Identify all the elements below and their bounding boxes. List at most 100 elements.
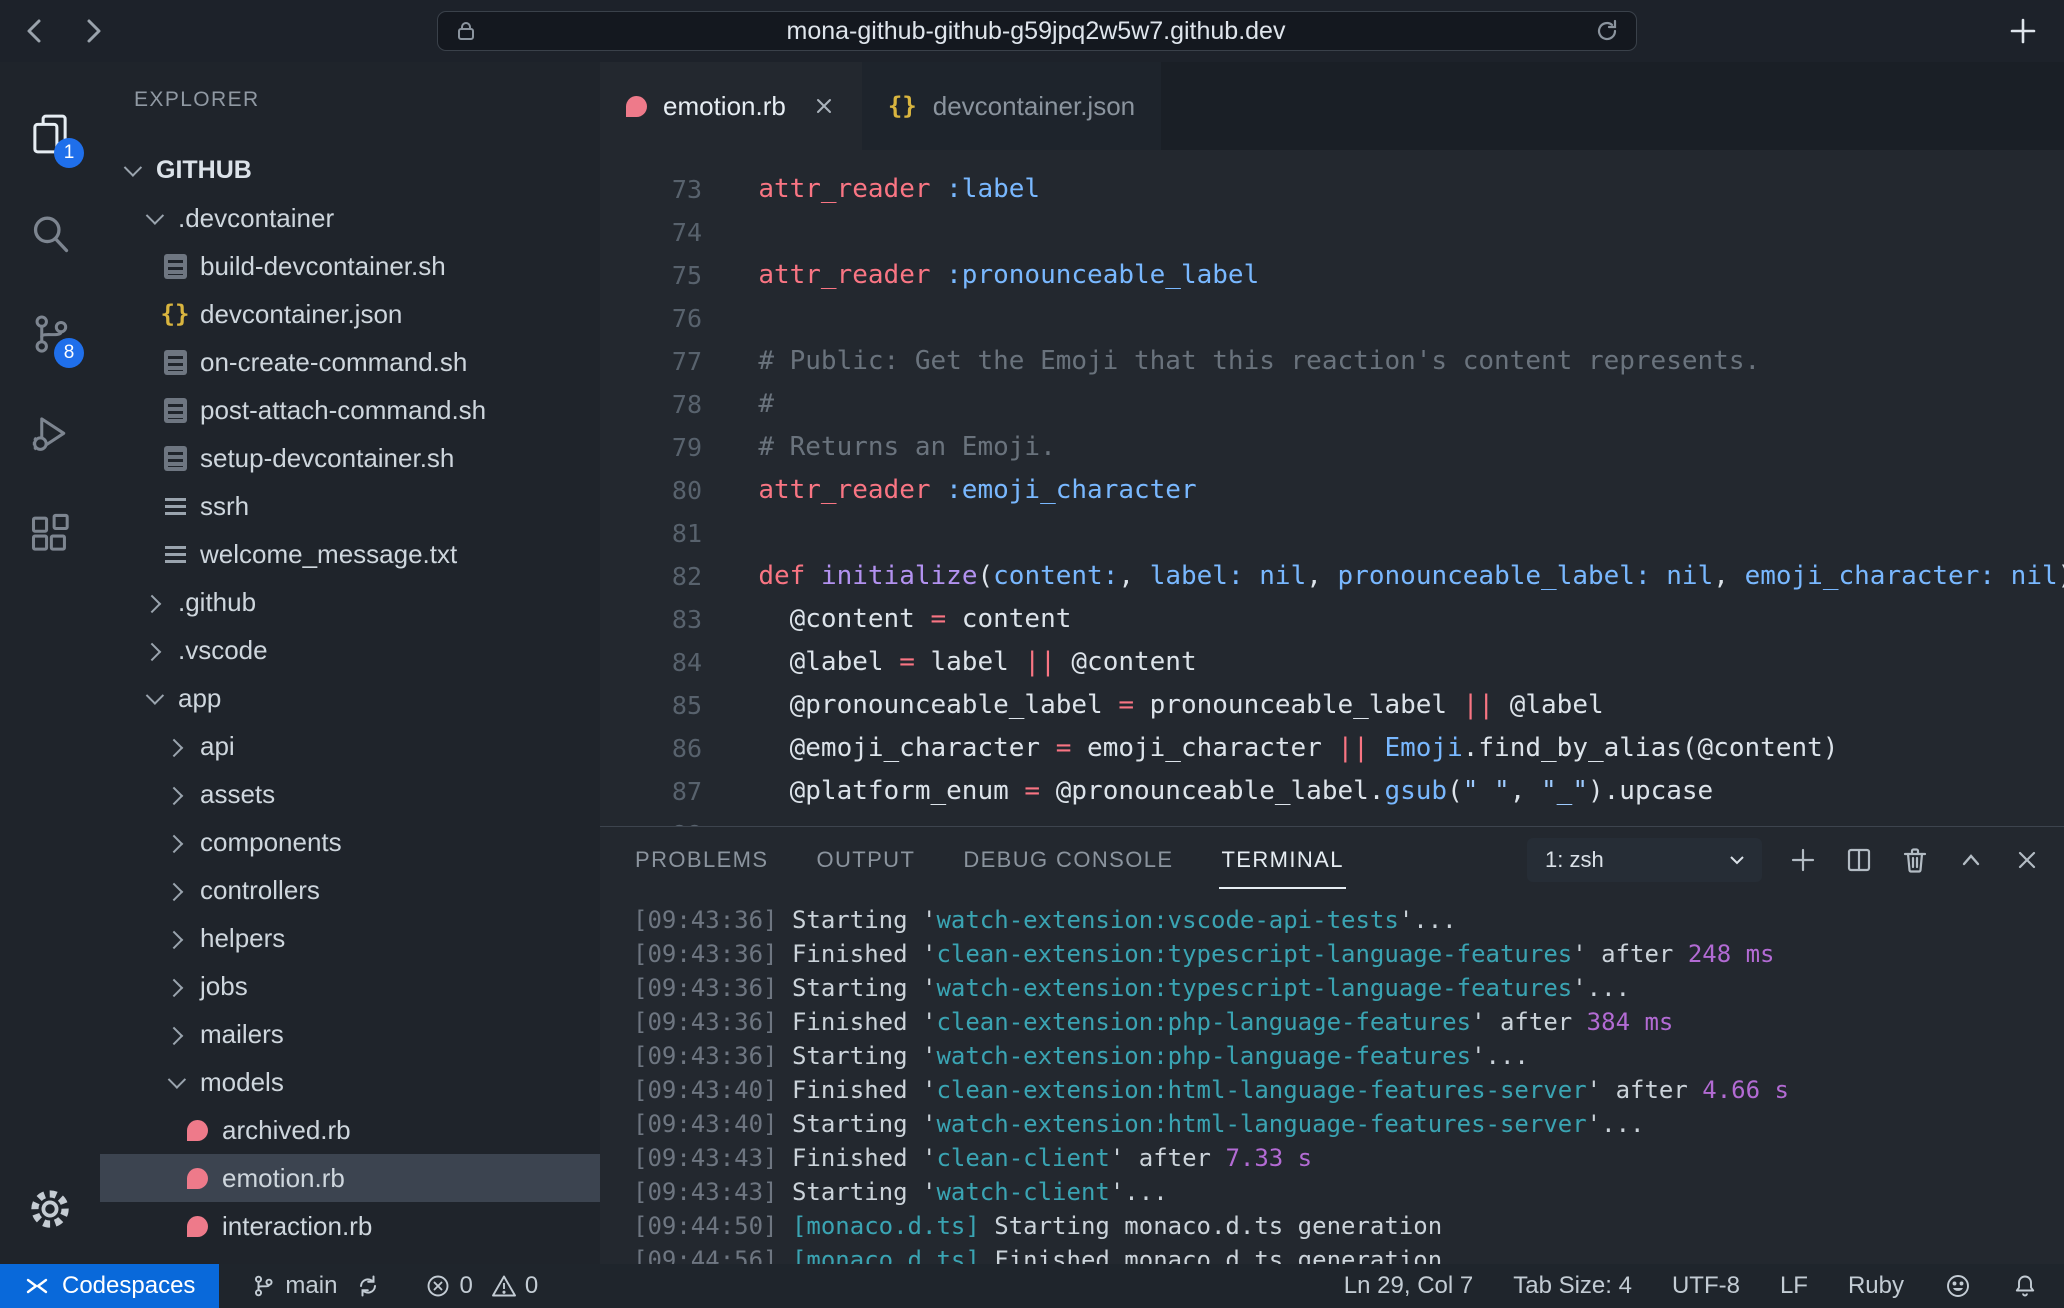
code-line: 81 bbox=[600, 512, 2064, 555]
activity-extensions[interactable] bbox=[0, 484, 100, 584]
terminal-line: [09:43:36] Starting 'watch-extension:vsc… bbox=[633, 903, 2064, 937]
settings-button[interactable] bbox=[0, 1154, 100, 1264]
feedback-smiley-icon[interactable] bbox=[1944, 1272, 1972, 1300]
source-control-badge: 8 bbox=[54, 338, 84, 368]
tree-item-assets[interactable]: assets bbox=[100, 770, 600, 818]
bottom-panel: PROBLEMS OUTPUT DEBUG CONSOLE TERMINAL 1… bbox=[600, 826, 2064, 1264]
tab-size-indicator[interactable]: Tab Size: 4 bbox=[1513, 1272, 1632, 1300]
branch-name: main bbox=[285, 1272, 337, 1300]
cursor-position[interactable]: Ln 29, Col 7 bbox=[1344, 1272, 1473, 1300]
reload-icon[interactable] bbox=[1594, 18, 1620, 44]
panel-header: PROBLEMS OUTPUT DEBUG CONSOLE TERMINAL 1… bbox=[600, 827, 2064, 893]
close-tab-icon[interactable] bbox=[812, 94, 836, 118]
terminal-line: [09:43:43] Finished 'clean-client' after… bbox=[633, 1141, 2064, 1175]
tree-item-emotion-rb[interactable]: emotion.rb bbox=[100, 1154, 600, 1202]
shell-selector-value: 1: zsh bbox=[1545, 847, 1604, 873]
ruby-file-icon bbox=[626, 96, 647, 117]
tree-item-label: mailers bbox=[200, 1019, 284, 1050]
chevron-right-icon bbox=[164, 882, 182, 900]
chevron-right-icon bbox=[164, 930, 182, 948]
terminal-line: [09:43:36] Finished 'clean-extension:php… bbox=[633, 1005, 2064, 1039]
tree-item-models[interactable]: models bbox=[100, 1058, 600, 1106]
panel-tab-problems[interactable]: PROBLEMS bbox=[633, 841, 770, 879]
tree-item--github[interactable]: .github bbox=[100, 578, 600, 626]
tab-emotion-rb[interactable]: emotion.rb bbox=[600, 62, 862, 150]
error-count: 0 bbox=[459, 1272, 472, 1300]
tree-item-label: archived.rb bbox=[222, 1115, 351, 1146]
code-line: 76 bbox=[600, 297, 2064, 340]
tree-item-controllers[interactable]: controllers bbox=[100, 866, 600, 914]
tree-item-archived-rb[interactable]: archived.rb bbox=[100, 1106, 600, 1154]
tree-item-label: api bbox=[200, 731, 235, 762]
code-editor[interactable]: 73 attr_reader :label7475 attr_reader :p… bbox=[600, 150, 2064, 826]
search-icon bbox=[28, 212, 72, 256]
new-terminal-button[interactable] bbox=[1788, 845, 1818, 875]
tree-item-devcontainer-json[interactable]: {}devcontainer.json bbox=[100, 290, 600, 338]
codespaces-remote-button[interactable]: Codespaces bbox=[0, 1264, 219, 1308]
tree-item-api[interactable]: api bbox=[100, 722, 600, 770]
code-text: # Public: Get the Emoji that this reacti… bbox=[727, 340, 1760, 383]
address-bar[interactable]: mona-github-github-g59jpq2w5w7.github.de… bbox=[437, 11, 1637, 51]
tree-item-post-attach-command-sh[interactable]: post-attach-command.sh bbox=[100, 386, 600, 434]
browser-forward-button[interactable] bbox=[76, 15, 108, 47]
tree-item--vscode[interactable]: .vscode bbox=[100, 626, 600, 674]
encoding-indicator[interactable]: UTF-8 bbox=[1672, 1272, 1740, 1300]
eol-indicator[interactable]: LF bbox=[1780, 1272, 1808, 1300]
language-mode[interactable]: Ruby bbox=[1848, 1272, 1904, 1300]
new-tab-button[interactable] bbox=[2006, 14, 2040, 48]
panel-tab-terminal[interactable]: TERMINAL bbox=[1219, 841, 1345, 879]
code-text: # Returns an Emoji. bbox=[727, 426, 1056, 469]
tree-item--devcontainer[interactable]: .devcontainer bbox=[100, 194, 600, 242]
tree-item-build-devcontainer-sh[interactable]: build-devcontainer.sh bbox=[100, 242, 600, 290]
code-line: 88 bbox=[600, 813, 2064, 826]
kill-terminal-button[interactable] bbox=[1900, 845, 1930, 875]
split-terminal-button[interactable] bbox=[1844, 845, 1874, 875]
tree-item-label: on-create-command.sh bbox=[200, 347, 467, 378]
text-icon bbox=[165, 498, 186, 515]
ruby-icon bbox=[187, 1216, 208, 1237]
tree-item-app[interactable]: app bbox=[100, 674, 600, 722]
tree-item-jobs[interactable]: jobs bbox=[100, 962, 600, 1010]
chevron-down-icon bbox=[1726, 849, 1748, 871]
line-number: 79 bbox=[632, 426, 702, 469]
panel-tab-output[interactable]: OUTPUT bbox=[814, 841, 917, 879]
editor-tab-bar: emotion.rb {} devcontainer.json bbox=[600, 62, 2064, 150]
problems-indicator[interactable]: 0 0 bbox=[425, 1272, 538, 1300]
code-text: attr_reader :label bbox=[727, 168, 1040, 211]
tree-item-helpers[interactable]: helpers bbox=[100, 914, 600, 962]
tree-item-on-create-command-sh[interactable]: on-create-command.sh bbox=[100, 338, 600, 386]
code-text: @platform_enum = @pronounceable_label.gs… bbox=[727, 770, 1713, 813]
notifications-bell-icon[interactable] bbox=[2012, 1273, 2038, 1299]
branch-indicator[interactable]: main bbox=[251, 1272, 381, 1300]
tree-item-ssrh[interactable]: ssrh bbox=[100, 482, 600, 530]
tree-item-interaction-rb[interactable]: interaction.rb bbox=[100, 1202, 600, 1250]
line-number: 74 bbox=[632, 211, 702, 254]
tree-item-components[interactable]: components bbox=[100, 818, 600, 866]
tab-devcontainer-json[interactable]: {} devcontainer.json bbox=[862, 62, 1161, 150]
tree-item-setup-devcontainer-sh[interactable]: setup-devcontainer.sh bbox=[100, 434, 600, 482]
chevron-down-icon bbox=[167, 1070, 185, 1088]
activity-source-control[interactable]: 8 bbox=[0, 284, 100, 384]
tree-item-mailers[interactable]: mailers bbox=[100, 1010, 600, 1058]
terminal-shell-selector[interactable]: 1: zsh bbox=[1527, 838, 1762, 882]
file-icon-ruby bbox=[184, 1216, 210, 1237]
code-text: @pronounceable_label = pronounceable_lab… bbox=[727, 684, 1604, 727]
tree-item-welcome-message-txt[interactable]: welcome_message.txt bbox=[100, 530, 600, 578]
terminal-output[interactable]: [09:43:36] Starting 'watch-extension:vsc… bbox=[600, 893, 2064, 1264]
tree-item-label: ssrh bbox=[200, 491, 249, 522]
close-panel-button[interactable] bbox=[2012, 845, 2042, 875]
panel-tab-debug-console[interactable]: DEBUG CONSOLE bbox=[961, 841, 1175, 879]
line-number: 81 bbox=[632, 512, 702, 555]
maximize-panel-button[interactable] bbox=[1956, 845, 1986, 875]
json-icon: {} bbox=[161, 300, 190, 328]
line-number: 75 bbox=[632, 254, 702, 297]
tree-item-root[interactable]: GITHUB bbox=[100, 146, 600, 194]
file-icon-shell bbox=[162, 398, 188, 423]
activity-search[interactable] bbox=[0, 184, 100, 284]
browser-back-button[interactable] bbox=[20, 15, 52, 47]
activity-run-debug[interactable] bbox=[0, 384, 100, 484]
code-text: # bbox=[727, 383, 774, 426]
code-line: 77 # Public: Get the Emoji that this rea… bbox=[600, 340, 2064, 383]
file-icon-ruby bbox=[184, 1120, 210, 1141]
activity-explorer[interactable]: 1 bbox=[0, 84, 100, 184]
